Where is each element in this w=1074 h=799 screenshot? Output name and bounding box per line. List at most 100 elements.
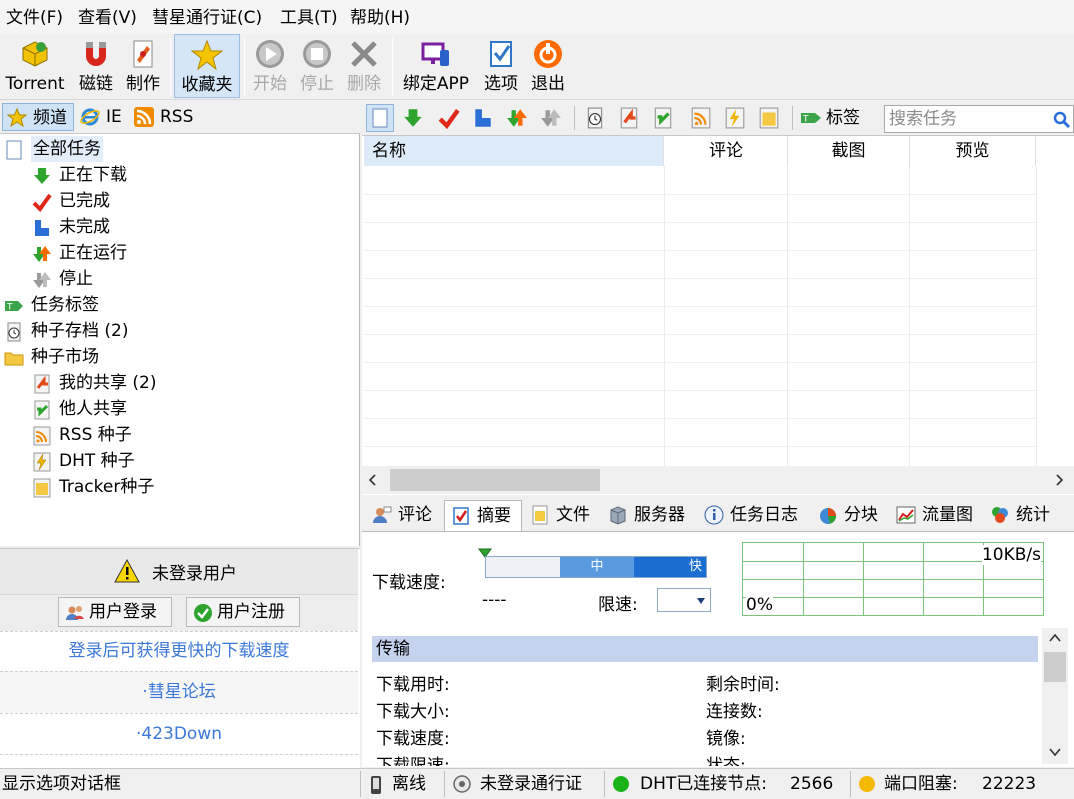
checklist-icon	[453, 507, 469, 525]
search-icon[interactable]	[1053, 111, 1071, 129]
all-tasks-filter-button[interactable]	[366, 104, 394, 132]
tab-statistics[interactable]: 统计	[984, 500, 1062, 530]
tree-my-shares-label: 我的共享 (2)	[59, 373, 157, 393]
stopped-arrows-icon[interactable]	[540, 107, 562, 129]
field-download-limit: 下载限速:	[376, 756, 450, 766]
start-button[interactable]: 开始	[248, 34, 292, 98]
chevron-left-icon[interactable]	[366, 473, 380, 487]
tab-servers[interactable]: 服务器	[602, 500, 696, 530]
favorites-button[interactable]: 收藏夹	[174, 34, 240, 98]
magnet-label: 磁链	[79, 74, 113, 94]
tracker-icon[interactable]	[758, 107, 780, 129]
column-header-name[interactable]: 名称	[364, 136, 664, 166]
tab-files[interactable]: 文件	[524, 500, 600, 530]
magnet-button[interactable]: 磁链	[72, 34, 120, 98]
login-hint-link[interactable]: 登录后可获得更快的下载速度	[0, 631, 358, 671]
dropdown-arrow-icon	[697, 598, 705, 604]
torrent-label: Torrent	[5, 74, 65, 94]
share-download-icon[interactable]	[652, 107, 674, 129]
bind-app-button[interactable]: 绑定APP	[398, 34, 474, 98]
page-icon	[372, 108, 388, 128]
menu-view[interactable]: 查看(V)	[78, 6, 137, 30]
incomplete-icon[interactable]	[472, 107, 494, 129]
summary-vertical-scrollbar[interactable]	[1042, 628, 1068, 764]
speed-slider-fast: 快	[634, 557, 706, 577]
tab-traffic-graph[interactable]: 流量图	[890, 500, 982, 530]
status-pass[interactable]: 未登录通行证	[480, 769, 582, 799]
create-torrent-icon	[133, 40, 153, 68]
user-panel-header: 未登录用户	[0, 549, 358, 595]
register-button[interactable]: 用户注册	[186, 597, 300, 627]
up-down-arrows-icon[interactable]	[506, 107, 528, 129]
speed-slider-mid: 中	[560, 557, 634, 577]
tab-ie-label: IE	[106, 107, 122, 127]
scrollbar-thumb[interactable]	[1044, 652, 1066, 682]
chevron-down-icon[interactable]	[1048, 746, 1062, 758]
login-button[interactable]: 用户登录	[58, 597, 172, 627]
speed-slider[interactable]: 中 快	[485, 556, 707, 578]
menu-comet-pass[interactable]: 彗星通行证(C)	[152, 6, 262, 30]
status-dht-nodes: 2566	[790, 774, 834, 794]
forum-link[interactable]: ·彗星论坛	[0, 671, 358, 713]
delete-button[interactable]: 删除	[342, 34, 386, 98]
rss-icon[interactable]	[690, 107, 712, 129]
graph-max-label: 10KB/s	[981, 545, 1041, 565]
torrent-button[interactable]: Torrent	[0, 34, 70, 98]
tab-task-log[interactable]: 任务日志	[698, 500, 810, 530]
create-button[interactable]: 制作	[120, 34, 166, 98]
speed-value: ----	[482, 590, 507, 610]
start-label: 开始	[253, 74, 287, 94]
tree-task-tags-label: 任务标签	[31, 295, 99, 315]
search-input[interactable]: 搜索任务	[884, 105, 1074, 133]
summary-panel: 下载速度: 中 快 ---- 限速: 10KB/s 0% 传输 下载用时: 下载…	[362, 531, 1074, 767]
download-arrow-icon[interactable]	[402, 107, 424, 129]
chevron-up-icon[interactable]	[1048, 632, 1062, 644]
column-header-comment[interactable]: 评论	[665, 136, 788, 166]
tree-dht-torrents-label: DHT 种子	[59, 451, 135, 471]
limit-select[interactable]	[657, 588, 711, 612]
tab-pieces[interactable]: 分块	[812, 500, 888, 530]
yellow-status-dot-icon	[859, 776, 875, 792]
chevron-right-icon[interactable]	[1052, 473, 1066, 487]
tab-servers-label: 服务器	[634, 505, 685, 525]
tab-summary-label: 摘要	[477, 506, 511, 526]
tags-filter-button[interactable]: T 标签	[800, 104, 860, 132]
favorites-label: 收藏夹	[181, 75, 233, 95]
delete-label: 删除	[347, 74, 381, 94]
options-button[interactable]: 选项	[478, 34, 524, 98]
info-icon	[704, 505, 724, 525]
stop-button[interactable]: 停止	[294, 34, 340, 98]
status-offline[interactable]: 离线	[392, 769, 426, 799]
magnet-icon	[86, 42, 106, 66]
column-header-screenshot[interactable]: 截图	[788, 136, 910, 166]
task-list-horizontal-scrollbar[interactable]	[362, 466, 1074, 494]
checkmark-icon[interactable]	[438, 107, 460, 129]
login-button-label: 用户登录	[89, 602, 157, 622]
menu-file[interactable]: 文件(F)	[6, 6, 63, 30]
tab-rss[interactable]: RSS	[130, 103, 200, 131]
status-port-label: 端口阻塞:	[884, 774, 958, 794]
column-header-preview[interactable]: 预览	[910, 136, 1036, 166]
lightning-icon[interactable]	[724, 107, 746, 129]
archive-clock-icon[interactable]	[584, 107, 606, 129]
detail-tabs: 评论 摘要 文件 服务器 任务日志 分块 流量图 统计	[362, 498, 1074, 533]
tree-downloading-label: 正在下载	[59, 165, 127, 185]
exit-button[interactable]: 退出	[526, 34, 570, 98]
checkmark-icon	[32, 193, 52, 212]
menu-help[interactable]: 帮助(H)	[350, 6, 410, 30]
share-upload-icon[interactable]	[618, 107, 640, 129]
tab-summary[interactable]: 摘要	[444, 500, 522, 533]
tab-statistics-label: 统计	[1016, 505, 1050, 525]
tab-comments[interactable]: 评论	[366, 500, 442, 530]
phone-icon	[371, 776, 381, 794]
user-status-text: 未登录用户	[152, 564, 237, 584]
423down-link[interactable]: ·423Down	[0, 713, 358, 755]
server-icon	[610, 506, 626, 525]
scrollbar-thumb[interactable]	[390, 469, 600, 491]
menu-tools[interactable]: 工具(T)	[280, 6, 338, 30]
up-down-arrows-icon	[33, 246, 51, 262]
field-connections: 连接数:	[706, 702, 763, 722]
tab-channel[interactable]: 频道	[2, 103, 74, 131]
torrent-icon	[22, 41, 48, 67]
tab-ie[interactable]: IE	[76, 103, 126, 131]
